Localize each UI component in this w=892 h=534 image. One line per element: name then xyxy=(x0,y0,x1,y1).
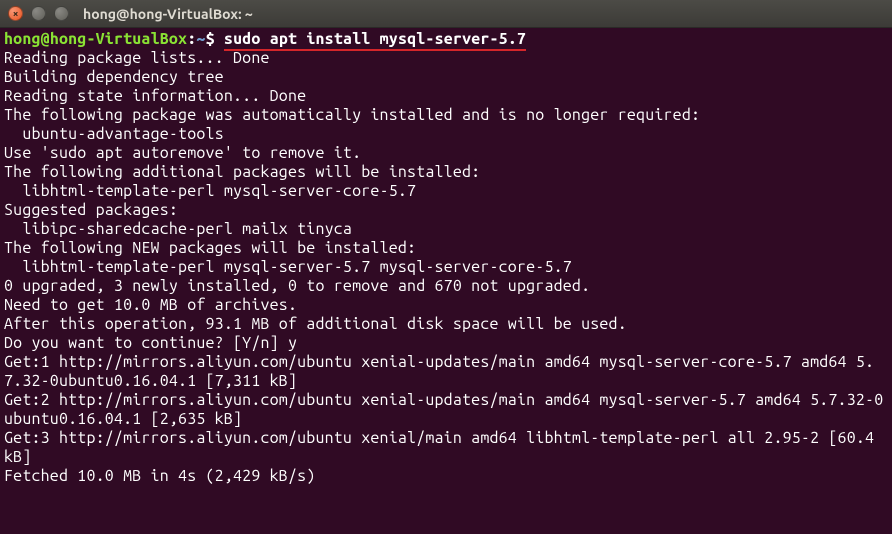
output-line: Suggested packages: xyxy=(4,201,178,219)
minimize-button[interactable] xyxy=(31,6,46,21)
output-line: Get:3 http://mirrors.aliyun.com/ubuntu x… xyxy=(4,429,883,466)
window-titlebar: × hong@hong-VirtualBox: ~ xyxy=(0,0,892,28)
output-line: The following package was automatically … xyxy=(4,106,700,124)
output-line: The following additional packages will b… xyxy=(4,163,480,181)
command-text: sudo apt install mysql-server-5.7 xyxy=(224,30,526,51)
prompt-dollar: $ xyxy=(206,30,215,48)
output-line: Do you want to continue? [Y/n] y xyxy=(4,334,297,352)
prompt-colon: : xyxy=(187,30,196,48)
window-title: hong@hong-VirtualBox: ~ xyxy=(83,6,253,22)
prompt-path: ~ xyxy=(196,30,205,48)
output-line: Reading state information... Done xyxy=(4,87,306,105)
output-line: libhtml-template-perl mysql-server-core-… xyxy=(4,182,416,200)
prompt-at: @ xyxy=(41,30,50,48)
output-line: Use 'sudo apt autoremove' to remove it. xyxy=(4,144,361,162)
maximize-button[interactable] xyxy=(54,6,69,21)
output-line: Need to get 10.0 MB of archives. xyxy=(4,296,297,314)
output-line: libhtml-template-perl mysql-server-5.7 m… xyxy=(4,258,572,276)
window-controls: × xyxy=(8,6,69,21)
output-line: Fetched 10.0 MB in 4s (2,429 kB/s) xyxy=(4,467,315,485)
output-line: The following NEW packages will be insta… xyxy=(4,239,416,257)
close-button[interactable]: × xyxy=(8,6,23,21)
prompt-host: hong-VirtualBox xyxy=(50,30,187,48)
output-line: Building dependency tree xyxy=(4,68,224,86)
output-line: 0 upgraded, 3 newly installed, 0 to remo… xyxy=(4,277,590,295)
output-line: After this operation, 93.1 MB of additio… xyxy=(4,315,627,333)
output-line: Get:2 http://mirrors.aliyun.com/ubuntu x… xyxy=(4,391,883,428)
output-line: Reading package lists... Done xyxy=(4,49,270,67)
output-line: ubuntu-advantage-tools xyxy=(4,125,224,143)
output-line: libipc-sharedcache-perl mailx tinyca xyxy=(4,220,352,238)
prompt-user: hong xyxy=(4,30,41,48)
terminal-output[interactable]: hong@hong-VirtualBox:~$ sudo apt install… xyxy=(0,28,892,488)
output-line: Get:1 http://mirrors.aliyun.com/ubuntu x… xyxy=(4,353,874,390)
